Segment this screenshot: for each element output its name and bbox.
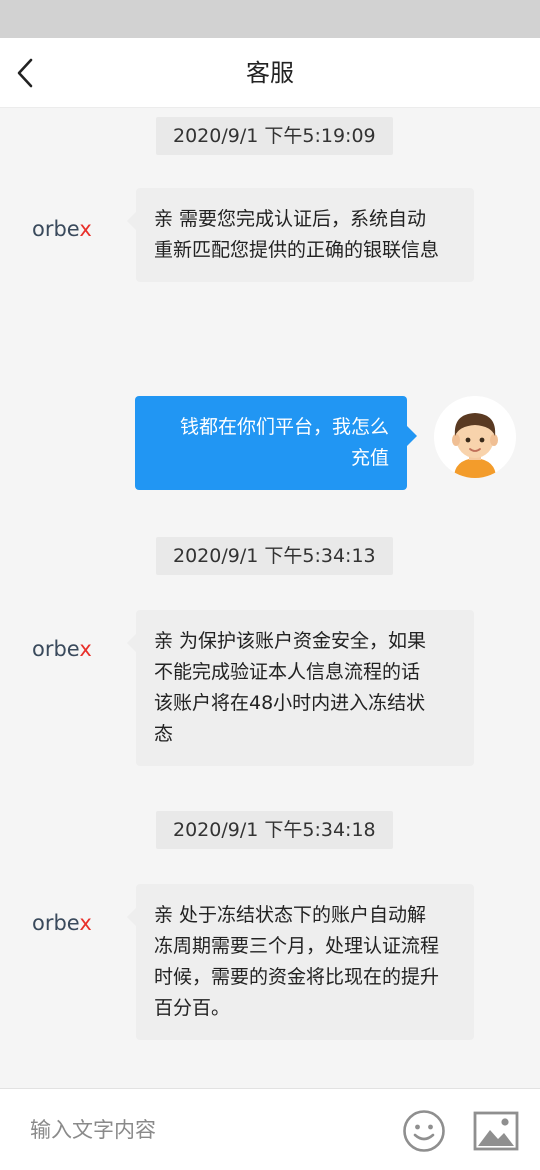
chat-area[interactable]: 2020/9/1 下午5:19:09 orbex 亲 需要您完成认证后，系统自动… <box>0 108 540 1088</box>
image-button[interactable] <box>473 1111 519 1151</box>
status-bar <box>0 0 540 38</box>
message-line: 亲 为保护该账户资金安全，如果 <box>154 630 427 652</box>
message-line: 百分百。 <box>154 997 231 1019</box>
logo-text: orbex <box>32 911 92 935</box>
agent-avatar: orbex <box>32 910 106 938</box>
message-input[interactable] <box>30 1109 370 1151</box>
agent-message: 亲 为保护该账户资金安全，如果 不能完成验证本人信息流程的话 该账户将在48小时… <box>127 610 474 766</box>
message-line: 重新匹配您提供的正确的银联信息 <box>154 239 440 261</box>
message-line: 亲 处于冻结状态下的账户自动解 <box>154 904 427 926</box>
logo-text: orbex <box>32 637 92 661</box>
message-line: 态 <box>154 723 174 745</box>
message-line: 该账户将在48小时内进入冻结状 <box>154 692 426 714</box>
message-line: 钱都在你们平台，我怎么 <box>179 416 389 438</box>
agent-message: 亲 需要您完成认证后，系统自动 重新匹配您提供的正确的银联信息 <box>127 188 474 282</box>
message-line: 时候，需要的资金将比现在的提升 <box>154 966 440 988</box>
agent-avatar: orbex <box>32 216 106 244</box>
timestamp: 2020/9/1 下午5:34:18 <box>156 811 393 849</box>
orbex-logo: orbex <box>32 217 92 241</box>
timestamp: 2020/9/1 下午5:34:13 <box>156 537 393 575</box>
message-line: 亲 需要您完成认证后，系统自动 <box>154 208 427 230</box>
user-avatar[interactable] <box>434 396 516 478</box>
orbex-logo: orbex <box>32 637 92 661</box>
user-message: 钱都在你们平台，我怎么 充值 <box>135 396 417 490</box>
logo-text: orbex <box>32 217 92 241</box>
message-line: 充值 <box>350 447 389 469</box>
agent-avatar: orbex <box>32 636 106 664</box>
orbex-logo: orbex <box>32 911 92 935</box>
image-icon <box>473 1111 519 1151</box>
message-line: 不能完成验证本人信息流程的话 <box>154 661 421 683</box>
header: 客服 <box>0 38 540 108</box>
agent-message: 亲 处于冻结状态下的账户自动解 冻周期需要三个月，处理认证流程 时候，需要的资金… <box>127 884 474 1040</box>
page-title: 客服 <box>246 59 294 87</box>
input-bar <box>0 1088 540 1170</box>
message-line: 冻周期需要三个月，处理认证流程 <box>154 935 440 957</box>
boy-avatar-icon <box>434 396 516 478</box>
timestamp: 2020/9/1 下午5:19:09 <box>156 117 393 155</box>
emoji-button[interactable] <box>402 1109 446 1153</box>
smiley-icon <box>403 1110 445 1152</box>
